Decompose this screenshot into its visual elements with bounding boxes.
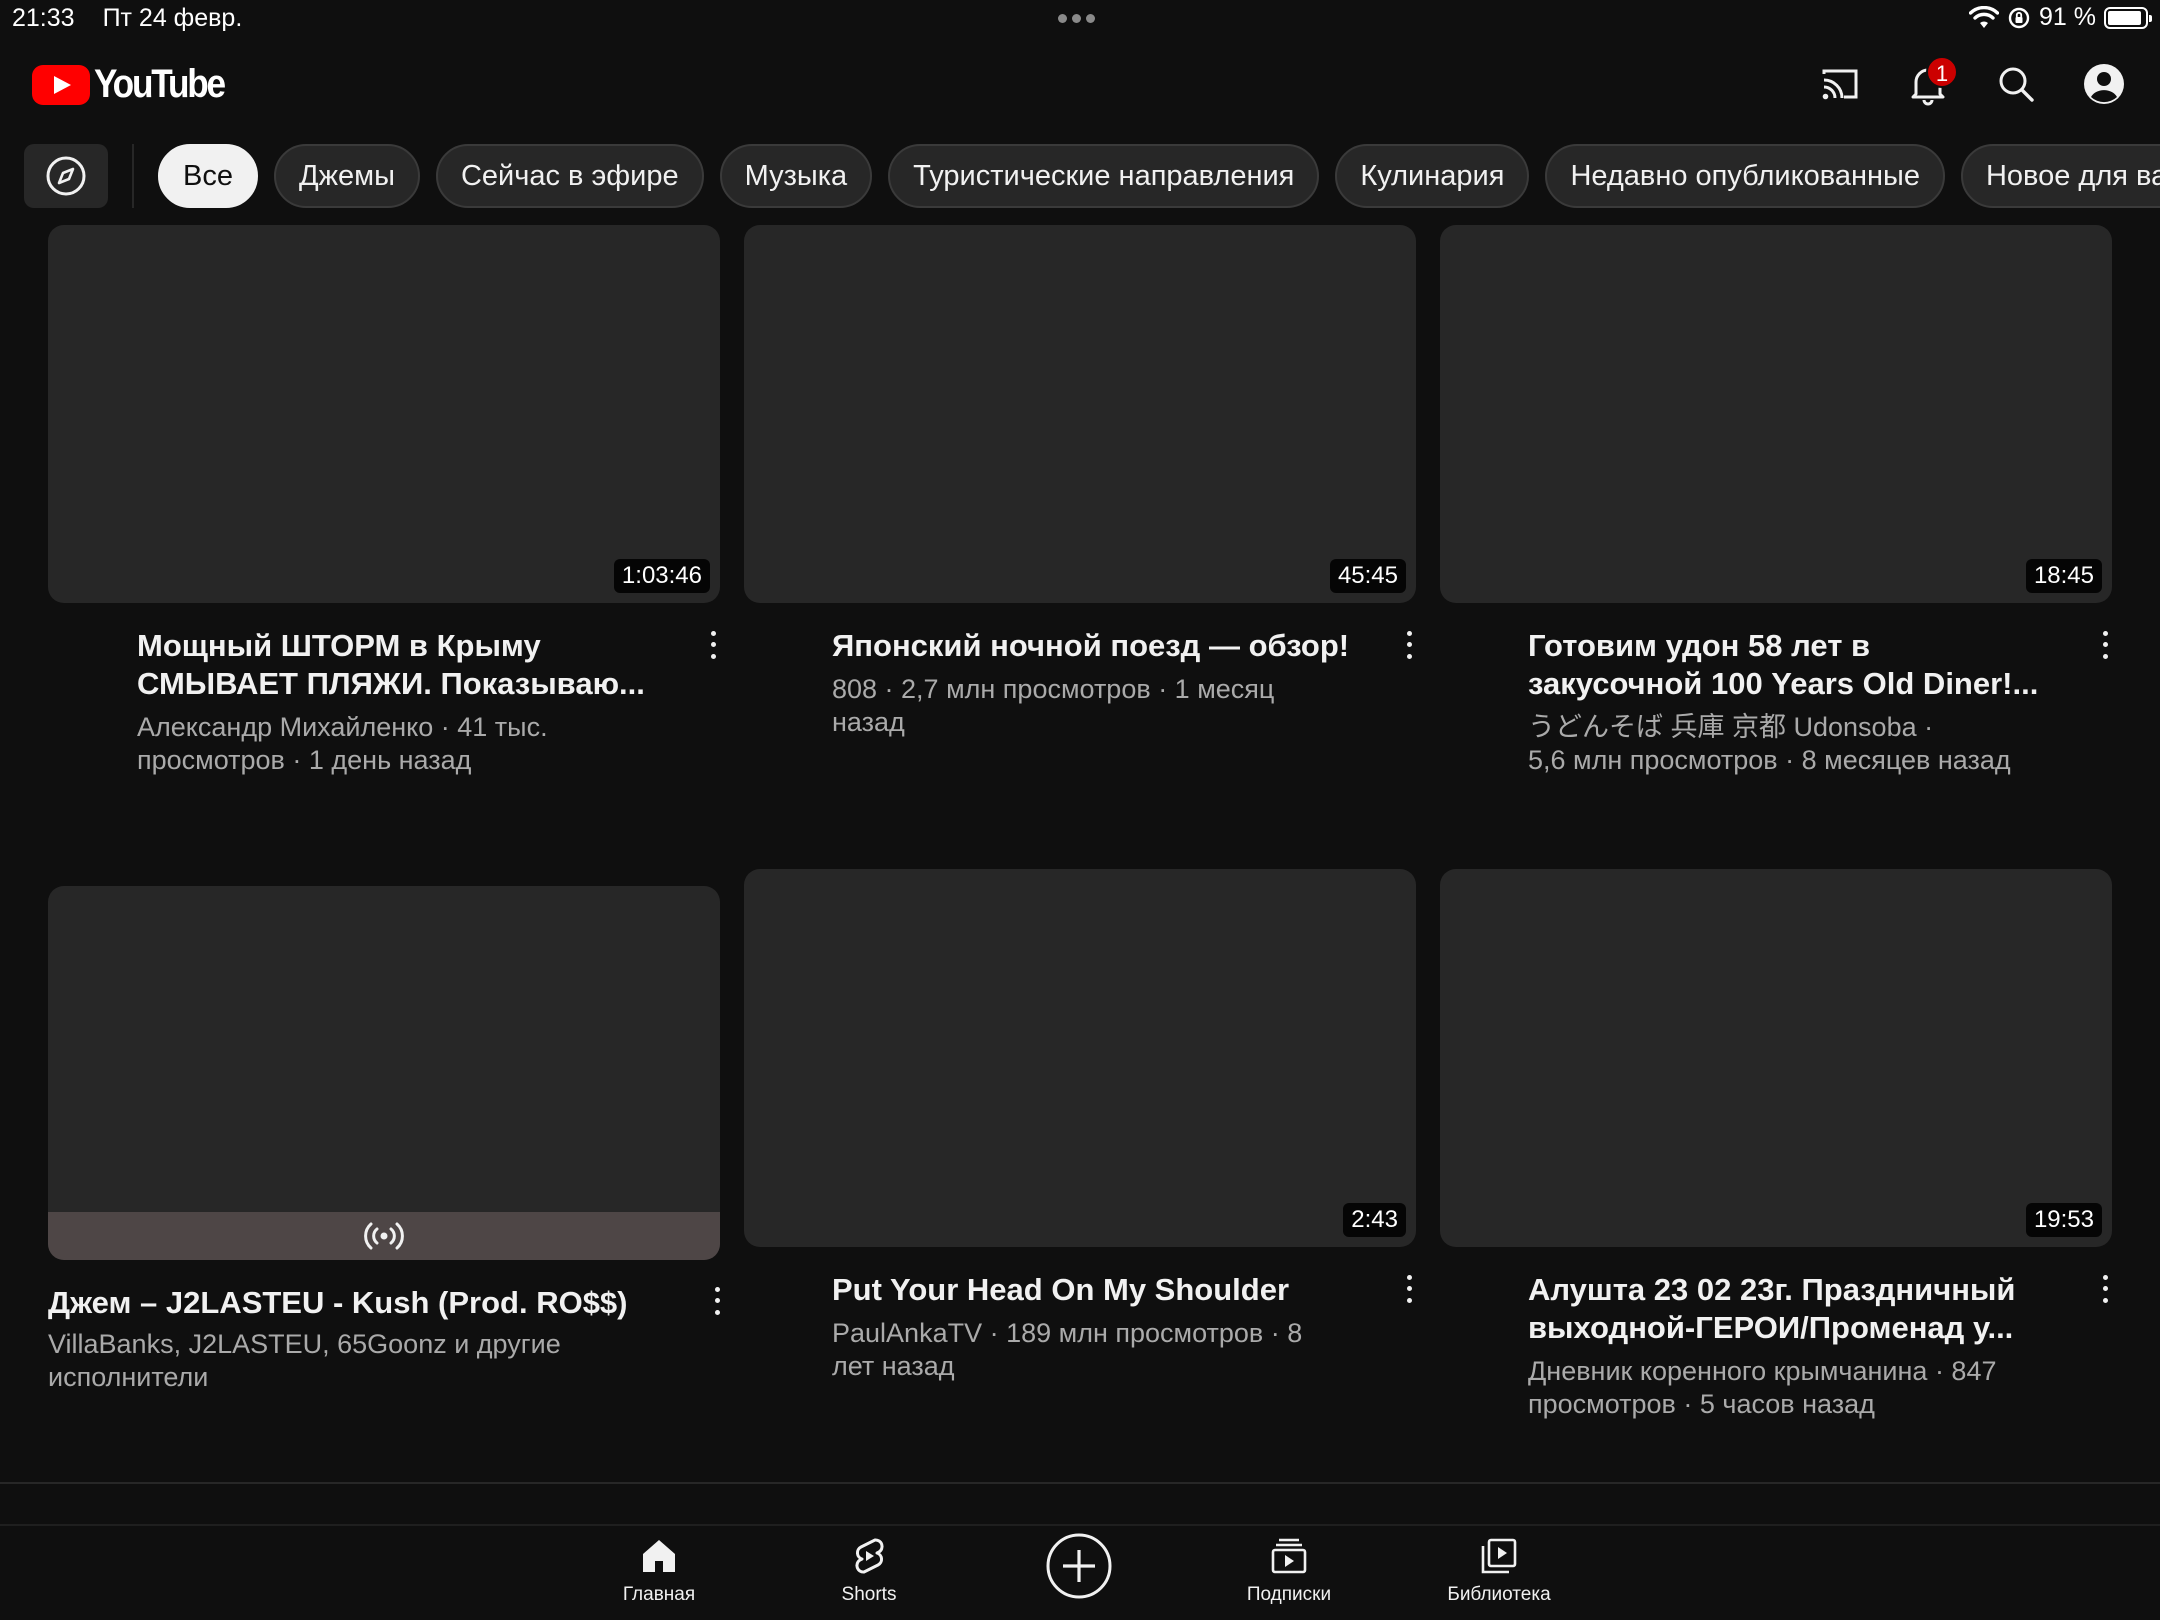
video-thumbnail[interactable]: 45:45 [744,225,1416,603]
live-indicator-bar [48,1212,720,1260]
account-avatar-icon[interactable] [2080,60,2128,108]
search-icon[interactable] [1992,60,2040,108]
category-chips: Все Джемы Сейчас в эфире Музыка Туристич… [158,144,2160,208]
more-actions-icon[interactable] [1399,628,1419,662]
multitasking-dots-icon[interactable] [1058,14,1095,23]
video-meta-line: лет назад [832,1351,955,1381]
video-meta: うどんそば 兵庫 京都 Udonsoba · 5,6 млн просмотро… [1528,711,2088,777]
status-date: Пт 24 февр. [102,4,243,32]
wifi-icon [1969,5,2000,28]
video-title[interactable]: Put Your Head On My Shoulder [832,1271,1392,1309]
video-title-line: СМЫВАЕТ ПЛЯЖИ. Показываю... [137,666,645,701]
video-meta: PaulAnkaTV · 189 млн просмотров · 8 лет … [832,1317,1392,1383]
video-thumbnail[interactable]: 19:53 [1440,869,2112,1247]
chip-live[interactable]: Сейчас в эфире [435,144,704,208]
video-meta: 808 · 2,7 млн просмотров · 1 месяц назад [832,673,1392,739]
chip-jams[interactable]: Джемы [273,144,420,208]
video-meta: Дневник коренного крымчанина · 847 просм… [1528,1355,2088,1421]
video-duration: 1:03:46 [613,559,710,593]
cast-icon[interactable] [1816,60,1864,108]
more-actions-icon[interactable] [707,1284,727,1318]
status-indicators: 91 % [1969,3,2152,32]
explore-button[interactable] [24,144,108,208]
video-title-line: Японский ночной поезд — обзор! [832,628,1350,663]
video-title-line: Алушта 23 02 23г. Праздничный [1528,1272,2016,1307]
video-title-line: Put Your Head On My Shoulder [832,1272,1290,1307]
nav-library[interactable]: Библиотека [1419,1536,1579,1606]
bottom-nav-divider [0,1524,2160,1526]
video-meta-line: Дневник коренного крымчанина · 847 [1528,1356,1997,1386]
video-thumbnail[interactable]: 1:03:46 [48,225,720,603]
video-duration: 18:45 [2025,559,2102,593]
video-meta-line: うどんそば 兵庫 京都 Udonsoba · [1528,712,1934,742]
video-title-line: Готовим удон 58 лет в [1528,628,1871,663]
video-title[interactable]: Мощный ШТОРМ в Крыму СМЫВАЕТ ПЛЯЖИ. Пока… [137,627,697,703]
video-meta-line: 808 · 2,7 млн просмотров · 1 месяц [832,674,1275,704]
nav-label: Библиотека [1447,1584,1551,1605]
video-duration: 19:53 [2025,1203,2102,1237]
youtube-play-icon [32,64,90,105]
more-actions-icon[interactable] [703,628,723,662]
video-meta-line: исполнители [48,1362,209,1392]
chip-music[interactable]: Музыка [719,144,873,208]
video-thumbnail[interactable]: 18:45 [1440,225,2112,603]
nav-shorts[interactable]: Shorts [789,1536,949,1606]
video-title-line: Джем – J2LASTEU - Kush (Prod. RO$$) [48,1285,628,1320]
nav-subscriptions[interactable]: Подписки [1209,1536,1369,1606]
chip-recently-uploaded[interactable]: Недавно опубликованные [1545,144,1945,208]
video-title-line: выходной-ГЕРОИ/Променад у... [1528,1310,2014,1345]
create-icon [1046,1533,1112,1599]
video-meta-line: VillaBanks, J2LASTEU, 65Goonz и другие [48,1329,561,1359]
video-meta-line: PaulAnkaTV · 189 млн просмотров · 8 [832,1318,1303,1348]
video-title[interactable]: Алушта 23 02 23г. Праздничный выходной-Г… [1528,1271,2088,1347]
more-actions-icon[interactable] [2095,1272,2115,1306]
chip-divider [132,144,134,208]
video-meta-line: 5,6 млн просмотров · 8 месяцев назад [1528,745,2011,775]
nav-label: Shorts [841,1584,897,1605]
logo-text: YouTube [94,62,226,106]
status-clock: 21:33 Пт 24 февр. [12,4,242,33]
home-icon [643,1540,675,1572]
video-meta-line: Александр Михайленко · 41 тыс. [137,712,548,742]
nav-create[interactable] [999,1532,1159,1600]
video-duration: 2:43 [1343,1203,1406,1237]
video-title[interactable]: Японский ночной поезд — обзор! [832,627,1392,665]
compass-icon [46,156,86,196]
nav-label: Подписки [1246,1584,1332,1605]
video-meta: VillaBanks, J2LASTEU, 65Goonz и другие и… [48,1328,668,1394]
nav-label: Главная [622,1584,696,1605]
shorts-icon [855,1538,884,1574]
video-thumbnail[interactable] [48,886,720,1260]
video-meta-line: назад [832,707,905,737]
video-duration: 45:45 [1329,559,1406,593]
video-thumbnail[interactable]: 2:43 [744,869,1416,1247]
video-meta-line: просмотров · 5 часов назад [1528,1389,1875,1419]
video-meta: Александр Михайленко · 41 тыс. просмотро… [137,711,697,777]
nav-home[interactable]: Главная [579,1536,739,1606]
more-actions-icon[interactable] [1399,1272,1419,1306]
chip-new-to-you[interactable]: Новое для вас [1960,144,2160,208]
more-actions-icon[interactable] [2095,628,2115,662]
battery-icon [2104,6,2152,29]
youtube-logo[interactable]: YouTube [32,62,242,107]
library-icon [1481,1538,1517,1574]
video-meta-line: просмотров · 1 день назад [137,745,472,775]
subscriptions-icon [1271,1538,1307,1574]
notification-count-badge: 1 [1926,56,1958,88]
battery-percent: 91 % [2039,3,2096,31]
video-title-line: закусочной 100 Years Old Diner!... [1528,666,2039,701]
status-time: 21:33 [12,4,75,32]
video-title[interactable]: Джем – J2LASTEU - Kush (Prod. RO$$) [48,1284,668,1322]
content-divider [0,1482,2160,1484]
status-bar: 21:33 Пт 24 февр. 91 % [0,0,2160,40]
orientation-lock-icon [2008,7,2030,28]
chip-cooking[interactable]: Кулинария [1335,144,1530,208]
chip-travel[interactable]: Туристические направления [888,144,1320,208]
chip-all[interactable]: Все [158,144,258,208]
live-broadcast-icon [364,1222,404,1250]
video-title-line: Мощный ШТОРМ в Крыму [137,628,541,663]
video-title[interactable]: Готовим удон 58 лет в закусочной 100 Yea… [1528,627,2088,703]
